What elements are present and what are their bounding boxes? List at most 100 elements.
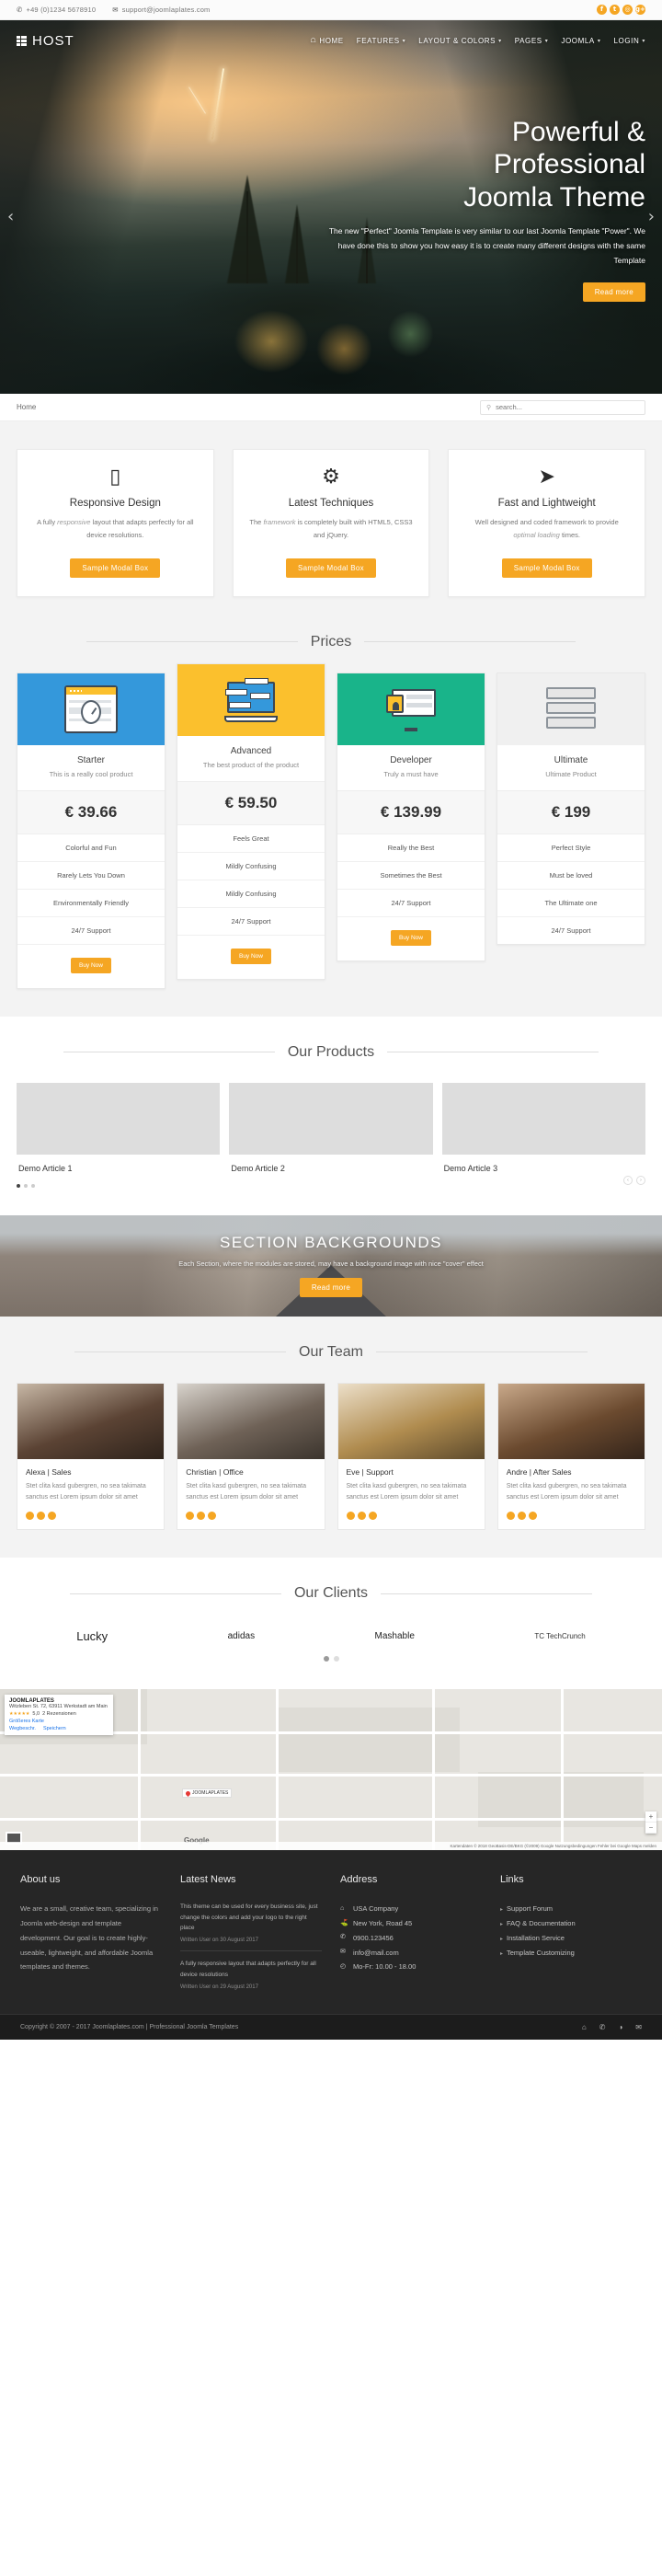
bg-section-subtext: Each Section, where the modules are stor… bbox=[178, 1259, 484, 1269]
googleplus-icon[interactable] bbox=[208, 1512, 217, 1521]
client-logo-adidas[interactable]: adidas bbox=[228, 1631, 255, 1641]
main-navbar: HOST ☖ HOME FEATURES ▾ LAYOUT & COLORS ▾… bbox=[0, 20, 662, 61]
features-section: ▯ Responsive Design A fully responsive l… bbox=[0, 421, 662, 625]
news-item[interactable]: A fully responsive layout that adapts pe… bbox=[180, 1959, 322, 1990]
menu-label: FEATURES bbox=[356, 36, 400, 45]
twitter-icon[interactable] bbox=[357, 1512, 366, 1521]
twitter-icon[interactable]: t bbox=[610, 5, 620, 15]
slider-dot[interactable] bbox=[31, 1183, 35, 1188]
facebook-icon[interactable]: f bbox=[597, 5, 607, 15]
address-line-phone[interactable]: ✆ 0900.123456 bbox=[340, 1931, 482, 1946]
map-attribution: Kartendaten © 2018 GeoBasis-DE/BKG (©200… bbox=[0, 1842, 662, 1851]
menu-item-features[interactable]: FEATURES ▾ bbox=[357, 37, 406, 45]
email-item[interactable]: ✉ support@joomlaplates.com bbox=[112, 6, 210, 14]
facebook-icon[interactable] bbox=[346, 1512, 355, 1521]
footer-link-installation[interactable]: Installation Service bbox=[500, 1931, 642, 1946]
slider-next-arrow[interactable]: › bbox=[636, 1175, 645, 1185]
copyright-bar: Copyright © 2007 - 2017 Joomlaplates.com… bbox=[0, 2014, 662, 2041]
clients-title: Our Clients bbox=[17, 1585, 645, 1602]
feature-title: Responsive Design bbox=[69, 498, 161, 509]
buy-now-button[interactable]: Buy Now bbox=[390, 929, 431, 946]
facebook-icon[interactable] bbox=[506, 1512, 515, 1521]
plan-desc: Truly a must have bbox=[337, 765, 485, 791]
search-input[interactable] bbox=[496, 403, 639, 411]
facebook-icon[interactable] bbox=[26, 1512, 34, 1521]
tree-decoration bbox=[296, 217, 298, 283]
plan-name: Ultimate bbox=[554, 754, 588, 765]
menu-label: LAYOUT & COLORS bbox=[418, 36, 496, 45]
menu-item-pages[interactable]: PAGES ▾ bbox=[515, 37, 549, 45]
phone-item[interactable]: ✆ +49 (0)1234 5678910 bbox=[17, 6, 96, 14]
facebook-icon[interactable] bbox=[186, 1512, 195, 1521]
menu-item-layout-colors[interactable]: LAYOUT & COLORS ▾ bbox=[418, 37, 501, 45]
googleplus-icon[interactable] bbox=[528, 1512, 537, 1521]
hero-next-arrow[interactable]: › bbox=[648, 207, 655, 226]
menu-item-login[interactable]: LOGIN ▾ bbox=[613, 37, 645, 45]
googleplus-icon[interactable]: g+ bbox=[635, 5, 645, 15]
hero-read-more-button[interactable]: Read more bbox=[582, 282, 645, 303]
map-zoom-controls: + − bbox=[645, 1811, 656, 1834]
search-box[interactable]: ⚲ bbox=[480, 399, 645, 415]
phone-icon[interactable]: ✆ bbox=[599, 2023, 606, 2031]
brand-logo[interactable]: HOST bbox=[17, 33, 74, 49]
instagram-icon[interactable]: ◎ bbox=[622, 5, 633, 15]
client-logo-lucky[interactable]: Lucky bbox=[76, 1629, 108, 1643]
breadcrumb[interactable]: Home bbox=[17, 403, 36, 411]
clients-dot[interactable] bbox=[323, 1656, 329, 1662]
sample-modal-box-button[interactable]: Sample Modal Box bbox=[70, 558, 161, 578]
slider-prev-arrow[interactable]: ‹ bbox=[623, 1175, 633, 1185]
map-zoom-out-button[interactable]: − bbox=[645, 1823, 656, 1834]
plan-name: Advanced bbox=[230, 745, 272, 756]
menu-item-home[interactable]: ☖ HOME bbox=[310, 37, 343, 45]
map-marker-icon bbox=[184, 1789, 192, 1797]
hero-title: Powerful & Professional Joomla Theme bbox=[314, 116, 645, 213]
slider-dot[interactable] bbox=[24, 1183, 28, 1188]
plan-feature: Rarely Lets You Down bbox=[17, 862, 165, 890]
client-logo-row: Lucky adidas Mashable TC TechCrunch bbox=[17, 1624, 645, 1656]
plan-buy-wrap: Buy Now bbox=[177, 936, 325, 979]
twitter-icon[interactable] bbox=[37, 1512, 45, 1521]
globe-icon[interactable]: ◑ bbox=[618, 2023, 622, 2031]
sample-modal-box-button[interactable]: Sample Modal Box bbox=[286, 558, 376, 578]
menu-item-joomla[interactable]: JOOMLA ▾ bbox=[561, 37, 600, 45]
buy-now-button[interactable]: Buy Now bbox=[70, 957, 111, 973]
map-marker-joomlaplates[interactable]: JOOMLAPLATES bbox=[182, 1788, 233, 1799]
map-card-view-larger[interactable]: Größeres Karte bbox=[9, 1719, 108, 1724]
envelope-icon[interactable]: ✉ bbox=[635, 2023, 642, 2031]
feature-text-em: framework bbox=[263, 518, 296, 526]
map-zoom-in-button[interactable]: + bbox=[645, 1811, 656, 1823]
team-row: Alexa | Sales Stet clita kasd gubergren,… bbox=[17, 1382, 645, 1531]
map-embed[interactable]: JOOMLAPLATES Witzleben St. 72, 63911 Wer… bbox=[0, 1689, 662, 1851]
news-item[interactable]: This theme can be used for every busines… bbox=[180, 1902, 322, 1943]
map-save-button[interactable]: Speichern bbox=[43, 1726, 66, 1731]
client-logo-techcrunch[interactable]: TC TechCrunch bbox=[534, 1632, 585, 1640]
sample-modal-box-button[interactable]: Sample Modal Box bbox=[501, 558, 592, 578]
product-image bbox=[441, 1082, 645, 1155]
googleplus-icon[interactable] bbox=[368, 1512, 377, 1521]
footer-link-support-forum[interactable]: Support Forum bbox=[500, 1902, 642, 1916]
news-divider bbox=[180, 1950, 322, 1952]
team-card: Alexa | Sales Stet clita kasd gubergren,… bbox=[17, 1382, 166, 1531]
slider-dot[interactable] bbox=[17, 1183, 20, 1188]
menu-label: LOGIN bbox=[613, 36, 640, 45]
plan-price: € 199 bbox=[497, 790, 645, 834]
address-line-email[interactable]: ✉ info@mail.com bbox=[340, 1946, 482, 1961]
twitter-icon[interactable] bbox=[517, 1512, 526, 1521]
twitter-icon[interactable] bbox=[197, 1512, 206, 1521]
buy-now-button[interactable]: Buy Now bbox=[230, 948, 271, 964]
home-icon[interactable]: ⌂ bbox=[582, 2023, 587, 2031]
footer-link-customizing[interactable]: Template Customizing bbox=[500, 1946, 642, 1961]
product-item[interactable]: Demo Article 2 bbox=[229, 1082, 433, 1173]
product-item[interactable]: Demo Article 3 bbox=[441, 1082, 645, 1173]
product-item[interactable]: Demo Article 1 bbox=[17, 1082, 221, 1173]
googleplus-icon[interactable] bbox=[48, 1512, 56, 1521]
plan-feature: 24/7 Support bbox=[177, 908, 325, 936]
bg-section-read-more-button[interactable]: Read more bbox=[299, 1278, 363, 1298]
hero-prev-arrow[interactable]: ‹ bbox=[7, 207, 14, 226]
client-logo-mashable[interactable]: Mashable bbox=[375, 1631, 415, 1641]
plan-feature: Mildly Confusing bbox=[177, 880, 325, 908]
clients-dot[interactable] bbox=[333, 1656, 339, 1662]
footer-link-faq[interactable]: FAQ & Documentation bbox=[500, 1916, 642, 1931]
map-directions-button[interactable]: Wegbeschr. bbox=[9, 1726, 36, 1731]
address-line-hours: ◴ Mo-Fr: 10.00 - 18.00 bbox=[340, 1960, 482, 1974]
